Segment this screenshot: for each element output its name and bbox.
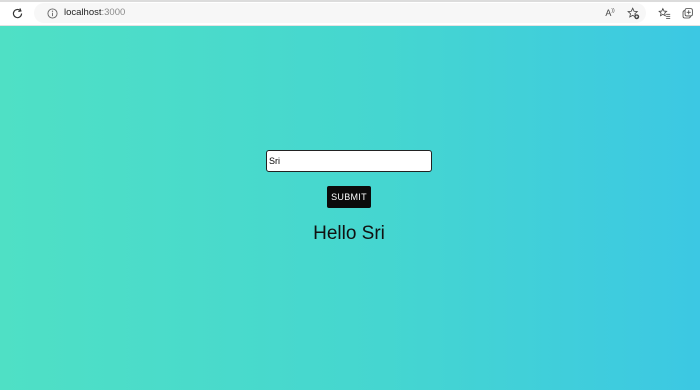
greeting-text: Hello Sri bbox=[313, 223, 385, 244]
url-text[interactable]: localhost:3000 bbox=[64, 7, 125, 19]
browser-toolbar: localhost:3000 A)) bbox=[0, 0, 700, 26]
name-input[interactable] bbox=[266, 150, 432, 172]
read-aloud-glyph: A)) bbox=[605, 8, 614, 18]
tab-strip-edge bbox=[0, 0, 700, 2]
add-favorite-icon[interactable] bbox=[625, 5, 641, 21]
address-bar[interactable]: localhost:3000 bbox=[34, 3, 646, 23]
url-port: :3000 bbox=[101, 7, 126, 18]
url-host: localhost bbox=[64, 7, 102, 18]
submit-button[interactable]: SUBMIT bbox=[327, 186, 371, 208]
info-icon[interactable] bbox=[46, 7, 58, 19]
read-aloud-icon[interactable]: A)) bbox=[602, 5, 618, 21]
read-aloud-waves: )) bbox=[611, 8, 615, 14]
favorites-icon[interactable] bbox=[656, 5, 672, 21]
page-background: SUBMIT Hello Sri bbox=[0, 26, 700, 390]
collections-icon[interactable] bbox=[679, 5, 695, 21]
reload-icon[interactable] bbox=[9, 5, 25, 21]
